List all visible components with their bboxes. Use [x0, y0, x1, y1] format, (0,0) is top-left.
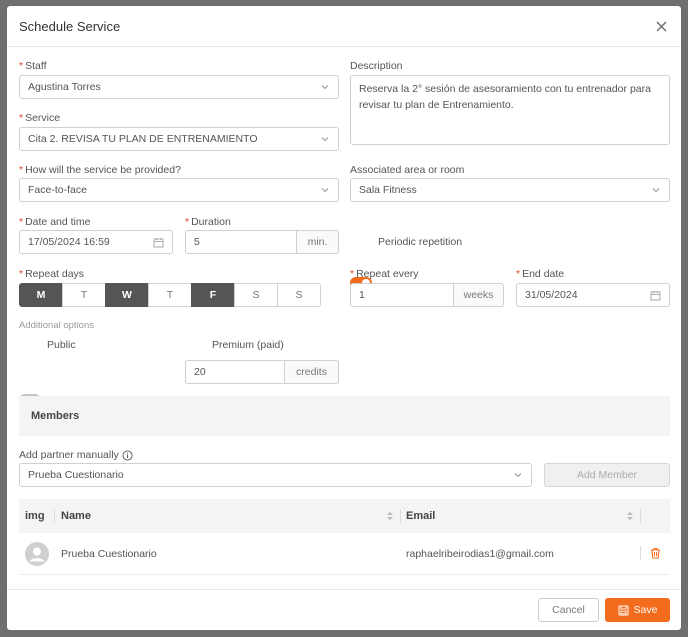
credits-value: 20: [194, 366, 206, 378]
repeat-days-group: M T W T F S S: [19, 283, 321, 307]
service-value: Cita 2. REVISA TU PLAN DE ENTRENAMIENTO: [28, 133, 258, 145]
save-icon: [618, 605, 629, 615]
end-date-label: * End date: [516, 268, 565, 280]
repeat-every-unit: weeks: [454, 283, 504, 307]
info-icon[interactable]: [122, 449, 133, 461]
duration-unit: min.: [297, 230, 339, 254]
duration-value: 5: [194, 236, 200, 248]
datetime-label: * Date and time: [19, 216, 91, 228]
column-header-img: img: [25, 510, 45, 522]
close-icon[interactable]: [653, 18, 669, 34]
description-textarea[interactable]: Reserva la 2° sesión de asesoramiento co…: [350, 75, 670, 145]
area-value: Sala Fitness: [359, 184, 417, 196]
members-table-header: img Name Email: [19, 499, 670, 533]
add-partner-value: Prueba Cuestionario: [28, 469, 124, 481]
day-friday[interactable]: F: [191, 283, 235, 307]
repeat-every-value: 1: [359, 289, 365, 301]
day-monday[interactable]: M: [19, 283, 63, 307]
trash-icon[interactable]: [650, 547, 661, 559]
periodic-label: Periodic repetition: [378, 236, 463, 248]
modal-title: Schedule Service: [19, 18, 121, 34]
chevron-down-icon: [652, 188, 660, 193]
service-select[interactable]: Cita 2. REVISA TU PLAN DE ENTRENAMIENTO: [19, 127, 339, 151]
area-select[interactable]: Sala Fitness: [350, 178, 670, 202]
provision-value: Face-to-face: [28, 184, 87, 196]
member-email: raphaelribeirodias1@gmail.com: [406, 548, 554, 560]
additional-options-label: Additional options: [19, 320, 94, 331]
duration-label: * Duration: [185, 216, 231, 228]
save-button[interactable]: Save: [605, 598, 670, 622]
calendar-icon: [153, 237, 164, 247]
repeat-every-label: * Repeat every: [350, 268, 419, 280]
repeat-every-input[interactable]: 1: [350, 283, 454, 307]
duration-input[interactable]: 5: [185, 230, 297, 254]
day-tuesday[interactable]: T: [62, 283, 106, 307]
members-section-title: Members: [19, 396, 670, 436]
provision-select[interactable]: Face-to-face: [19, 178, 339, 202]
add-partner-select[interactable]: Prueba Cuestionario: [19, 463, 532, 487]
datetime-value: 17/05/2024 16:59: [28, 236, 110, 248]
day-thursday[interactable]: T: [148, 283, 192, 307]
sort-icon[interactable]: [386, 511, 394, 521]
datetime-input[interactable]: 17/05/2024 16:59: [19, 230, 173, 254]
chevron-down-icon: [321, 85, 329, 90]
premium-label: Premium (paid): [212, 339, 284, 351]
provision-label: * How will the service be provided?: [19, 164, 181, 176]
add-partner-label: Add partner manually: [19, 449, 133, 461]
staff-select[interactable]: Agustina Torres: [19, 75, 339, 99]
column-header-name[interactable]: Name: [61, 499, 91, 533]
table-row: Prueba Cuestionario raphaelribeirodias1@…: [19, 533, 670, 575]
area-label: Associated area or room: [350, 164, 465, 176]
save-label: Save: [633, 604, 658, 616]
service-label: * Service: [19, 112, 61, 124]
repeat-days-label: * Repeat days: [19, 268, 85, 280]
avatar: [25, 542, 49, 566]
schedule-service-modal: Schedule Service * Staff Agustina Torres …: [7, 6, 681, 630]
staff-value: Agustina Torres: [28, 81, 101, 93]
description-label: Description: [350, 60, 403, 72]
end-date-input[interactable]: 31/05/2024: [516, 283, 670, 307]
day-sunday[interactable]: S: [277, 283, 321, 307]
modal-footer: Cancel Save: [7, 589, 681, 630]
day-wednesday[interactable]: W: [105, 283, 149, 307]
staff-label: * Staff: [19, 60, 47, 72]
credits-unit: credits: [285, 360, 339, 384]
add-member-button[interactable]: Add Member: [544, 463, 670, 487]
member-name: Prueba Cuestionario: [61, 548, 157, 560]
chevron-down-icon: [514, 473, 522, 478]
chevron-down-icon: [321, 137, 329, 142]
calendar-icon: [650, 290, 661, 300]
modal-header: Schedule Service: [7, 6, 681, 47]
cancel-button[interactable]: Cancel: [538, 598, 599, 622]
day-saturday[interactable]: S: [234, 283, 278, 307]
sort-icon[interactable]: [626, 511, 634, 521]
end-date-value: 31/05/2024: [525, 289, 578, 301]
credits-input[interactable]: 20: [185, 360, 285, 384]
column-header-email[interactable]: Email: [406, 499, 435, 533]
public-label: Public: [47, 339, 76, 351]
chevron-down-icon: [321, 188, 329, 193]
